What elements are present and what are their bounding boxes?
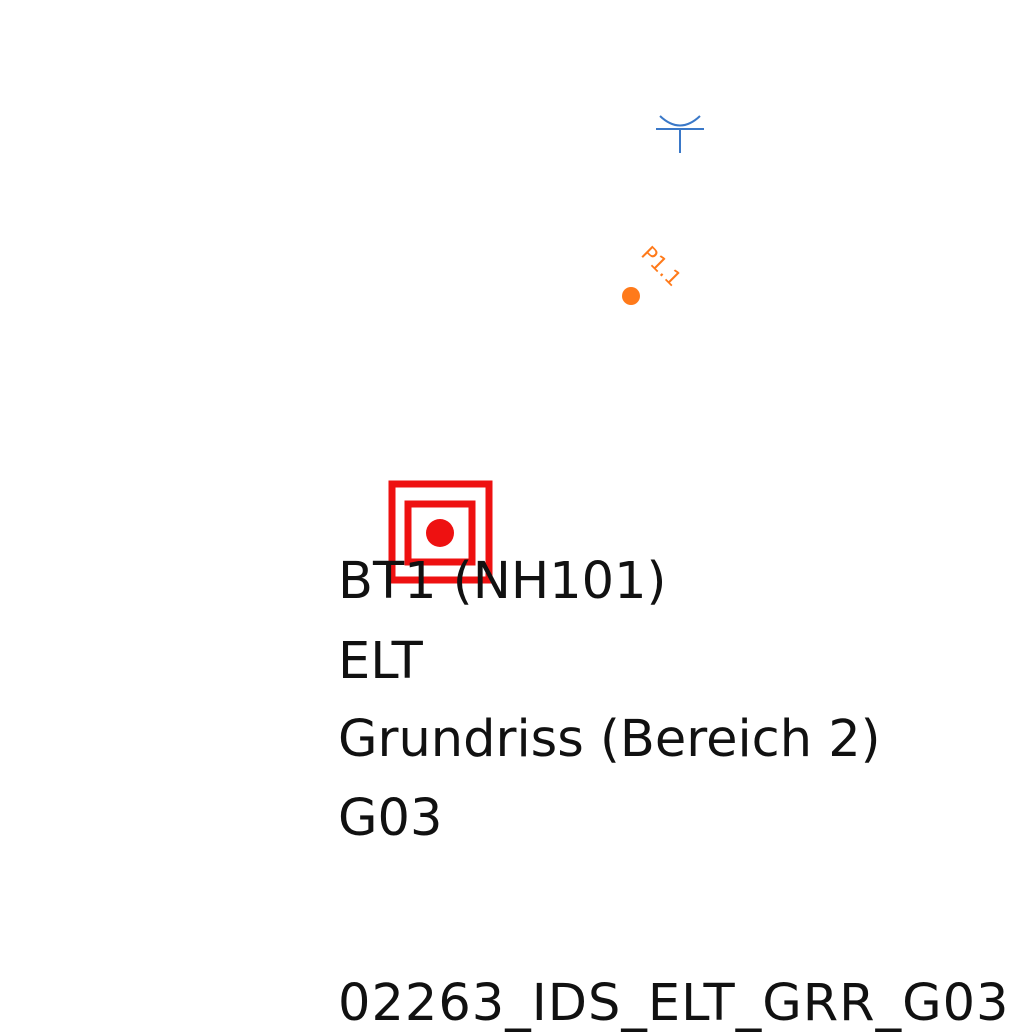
footer-code: 02263_IDS_ELT_GRR_G03 bbox=[338, 974, 1010, 1033]
info-line-1: BT1 (NH101) bbox=[338, 552, 667, 611]
info-line-3: Grundriss (Bereich 2) bbox=[338, 710, 881, 769]
info-line-4: G03 bbox=[338, 789, 443, 848]
drawing-canvas: P1.1 bbox=[388, 115, 704, 584]
info-line-2: ELT bbox=[338, 632, 423, 691]
point-marker-icon bbox=[622, 287, 640, 305]
antenna-icon bbox=[656, 115, 704, 153]
point-label: P1.1 bbox=[636, 242, 686, 292]
